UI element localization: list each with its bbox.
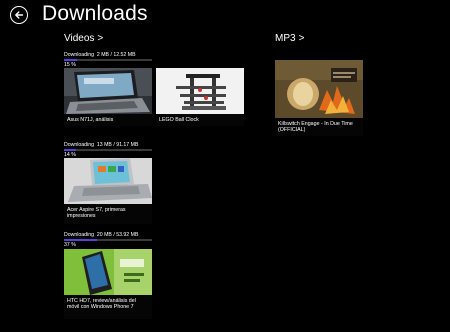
video-thumbnail [156,68,244,114]
video-title: HTC HD7, review/análisis del móvil con W… [64,295,152,319]
back-arrow-icon [15,11,24,19]
video-title: LEGO Ball Clock [156,114,244,126]
video-tile[interactable]: LEGO Ball Clock [156,68,244,126]
video-thumbnail [64,158,152,204]
progress-bar [64,59,152,61]
download-size: 2 MB / 12.52 MB [96,52,136,58]
mp3-group-label: MP3 [275,33,296,44]
mp3-title: Killswitch Engage - In Due Time (OFFICIA… [275,118,363,136]
video-tile[interactable]: Asus N71J, análisis [64,68,152,126]
download-status: Downloading 2 MB / 12.52 MB 15 % [64,52,154,68]
video-title: Asus N71J, análisis [64,114,152,126]
chevron-right-icon: > [97,33,104,44]
download-size: 20 MB / 53.92 MB [96,232,139,238]
progress-bar [64,149,152,151]
progress-bar [64,239,152,241]
videos-group-label: Videos [64,33,95,44]
download-status: Downloading 20 MB / 53.92 MB 37 % [64,232,154,248]
video-title: Acer Aspire S7, primeras impresiones [64,204,152,224]
download-status: Downloading 13 MB / 91.17 MB 14 % [64,142,154,158]
video-thumbnail [64,68,152,114]
videos-group-header[interactable]: Videos > [64,33,103,44]
video-tile[interactable]: HTC HD7, review/análisis del móvil con W… [64,249,152,319]
download-status-text: Downloading [64,142,94,148]
page-title: Downloads [42,2,148,25]
progress-fill [64,149,77,151]
album-thumbnail [275,60,363,118]
progress-fill [64,239,97,241]
download-percent: 37 % [64,242,76,248]
chevron-right-icon: > [298,33,305,44]
download-status-text: Downloading [64,52,94,58]
progress-fill [64,59,78,61]
download-size: 13 MB / 91.17 MB [96,142,139,148]
video-tile[interactable]: Acer Aspire S7, primeras impresiones [64,158,152,224]
download-status-text: Downloading [64,232,94,238]
back-button[interactable] [10,6,28,24]
mp3-tile[interactable]: Killswitch Engage - In Due Time (OFFICIA… [275,60,363,136]
video-thumbnail [64,249,152,295]
mp3-group-header[interactable]: MP3 > [275,33,304,44]
